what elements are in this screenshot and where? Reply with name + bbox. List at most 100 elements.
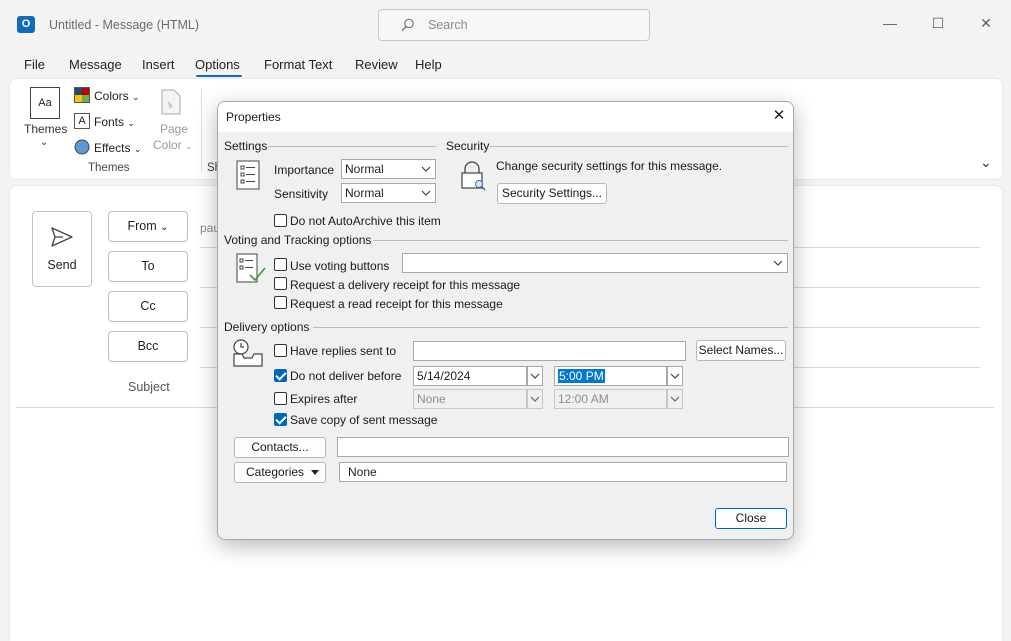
colors-button[interactable]: Colors ⌄ — [94, 89, 140, 103]
security-lock-icon — [461, 161, 486, 191]
deliver-date-dropdown[interactable] — [527, 366, 543, 386]
bcc-button[interactable]: Bcc — [108, 331, 188, 362]
delivery-receipt-checkbox[interactable] — [274, 277, 287, 290]
expires-date-dropdown — [527, 389, 543, 409]
read-receipt-label[interactable]: Request a read receipt for this message — [290, 297, 503, 311]
delivery-rule — [313, 327, 788, 328]
fonts-button[interactable]: Fonts ⌄ — [94, 115, 135, 129]
voting-heading: Voting and Tracking options — [224, 233, 372, 247]
expires-time-dropdown — [667, 389, 683, 409]
do-not-deliver-checkbox[interactable] — [274, 369, 287, 382]
dialog-title: Properties — [226, 110, 281, 124]
delivery-heading: Delivery options — [224, 320, 310, 334]
expires-time-field: 12:00 AM — [554, 389, 667, 409]
group-label-themes: Themes — [88, 162, 130, 174]
deliver-time-field[interactable]: 5:00 PM — [554, 366, 667, 386]
window-title: Untitled - Message (HTML) — [49, 18, 200, 32]
chevron-down-icon — [773, 260, 783, 266]
chevron-down-icon — [670, 396, 680, 402]
contacts-input[interactable] — [337, 437, 789, 457]
themes-icon[interactable]: Aa — [30, 87, 60, 119]
effects-icon — [74, 139, 90, 155]
no-autoarchive-label[interactable]: Do not AutoArchive this item — [290, 214, 441, 228]
security-settings-button[interactable]: Security Settings... — [497, 183, 607, 204]
security-description: Change security settings for this messag… — [496, 159, 723, 173]
delivery-clock-tray-icon — [233, 339, 263, 367]
properties-dialog: Properties ✕ Settings Importance Normal … — [217, 101, 794, 540]
do-not-deliver-label[interactable]: Do not deliver before — [290, 369, 401, 383]
menu-options[interactable]: Options — [195, 57, 240, 72]
search-box[interactable] — [378, 9, 650, 41]
use-voting-checkbox[interactable] — [274, 258, 287, 271]
page-color-label-1: Page — [160, 122, 189, 136]
chevron-down-icon — [670, 373, 680, 379]
search-icon — [401, 18, 414, 32]
effects-button[interactable]: Effects ⌄ — [94, 141, 141, 155]
select-names-button[interactable]: Select Names... — [696, 340, 786, 361]
save-copy-checkbox[interactable] — [274, 413, 287, 426]
security-rule — [490, 146, 788, 147]
settings-rule — [268, 146, 436, 147]
delivery-receipt-label[interactable]: Request a delivery receipt for this mess… — [290, 278, 520, 292]
subject-label: Subject — [128, 380, 170, 394]
have-replies-checkbox[interactable] — [274, 344, 287, 357]
page-color-icon — [161, 89, 181, 115]
settings-heading: Settings — [224, 139, 268, 153]
minimize-button[interactable]: — — [882, 15, 898, 31]
sensitivity-select[interactable]: Normal — [341, 183, 436, 203]
have-replies-label[interactable]: Have replies sent to — [290, 344, 396, 358]
send-button[interactable] — [32, 211, 92, 287]
fonts-icon: A — [74, 113, 90, 129]
save-copy-label[interactable]: Save copy of sent message — [290, 413, 437, 427]
use-voting-label[interactable]: Use voting buttons — [290, 259, 389, 273]
colors-icon — [74, 87, 90, 103]
sensitivity-label: Sensitivity — [274, 187, 329, 201]
dialog-title-bar — [218, 102, 793, 132]
cc-button[interactable]: Cc — [108, 291, 188, 322]
chevron-down-icon — [421, 190, 431, 196]
active-tab-indicator — [196, 75, 242, 77]
expires-date-field: None — [413, 389, 527, 409]
categories-value: None — [339, 462, 787, 482]
menu-file[interactable]: File — [24, 57, 45, 72]
from-button[interactable]: From ⌄ — [108, 211, 188, 242]
categories-button[interactable]: Categories — [234, 462, 326, 483]
read-receipt-checkbox[interactable] — [274, 296, 287, 309]
close-window-button[interactable]: ✕ — [978, 15, 994, 31]
page-color-button[interactable]: Color ⌄ — [153, 138, 193, 152]
contacts-button[interactable]: Contacts... — [234, 437, 326, 458]
outlook-app-icon: O — [17, 16, 36, 33]
deliver-date-field[interactable]: 5/14/2024 — [413, 366, 527, 386]
voting-list-icon — [236, 253, 266, 283]
chevron-down-icon — [530, 373, 540, 379]
settings-list-icon — [236, 160, 260, 190]
importance-label: Importance — [274, 163, 335, 177]
ribbon-expand-icon[interactable]: ⌄ — [980, 154, 992, 171]
ribbon-divider — [201, 88, 202, 172]
menu-message[interactable]: Message — [69, 57, 122, 72]
voting-rule — [373, 240, 788, 241]
have-replies-input[interactable] — [413, 341, 686, 361]
caret-down-icon — [311, 470, 319, 475]
dialog-close-icon[interactable]: ✕ — [771, 108, 787, 124]
deliver-time-dropdown[interactable] — [667, 366, 683, 386]
importance-select[interactable]: Normal — [341, 159, 436, 179]
expires-label[interactable]: Expires after — [290, 392, 357, 406]
deliver-time-selected-text: 5:00 PM — [558, 369, 605, 383]
no-autoarchive-checkbox[interactable] — [274, 214, 287, 227]
menu-format-text[interactable]: Format Text — [264, 57, 332, 72]
chevron-down-icon — [421, 166, 431, 172]
expires-checkbox[interactable] — [274, 392, 287, 405]
voting-buttons-select[interactable] — [402, 253, 788, 273]
menu-insert[interactable]: Insert — [142, 57, 175, 72]
themes-dropdown-icon[interactable]: ⌄ — [40, 137, 48, 148]
send-icon — [51, 227, 73, 247]
menu-help[interactable]: Help — [415, 57, 442, 72]
themes-button-label[interactable]: Themes — [24, 122, 67, 136]
maximize-button[interactable]: ☐ — [930, 15, 946, 31]
menu-review[interactable]: Review — [355, 57, 398, 72]
to-button[interactable]: To — [108, 251, 188, 282]
search-placeholder: Search — [428, 18, 468, 32]
close-button[interactable]: Close — [715, 508, 787, 529]
send-label: Send — [47, 258, 77, 272]
